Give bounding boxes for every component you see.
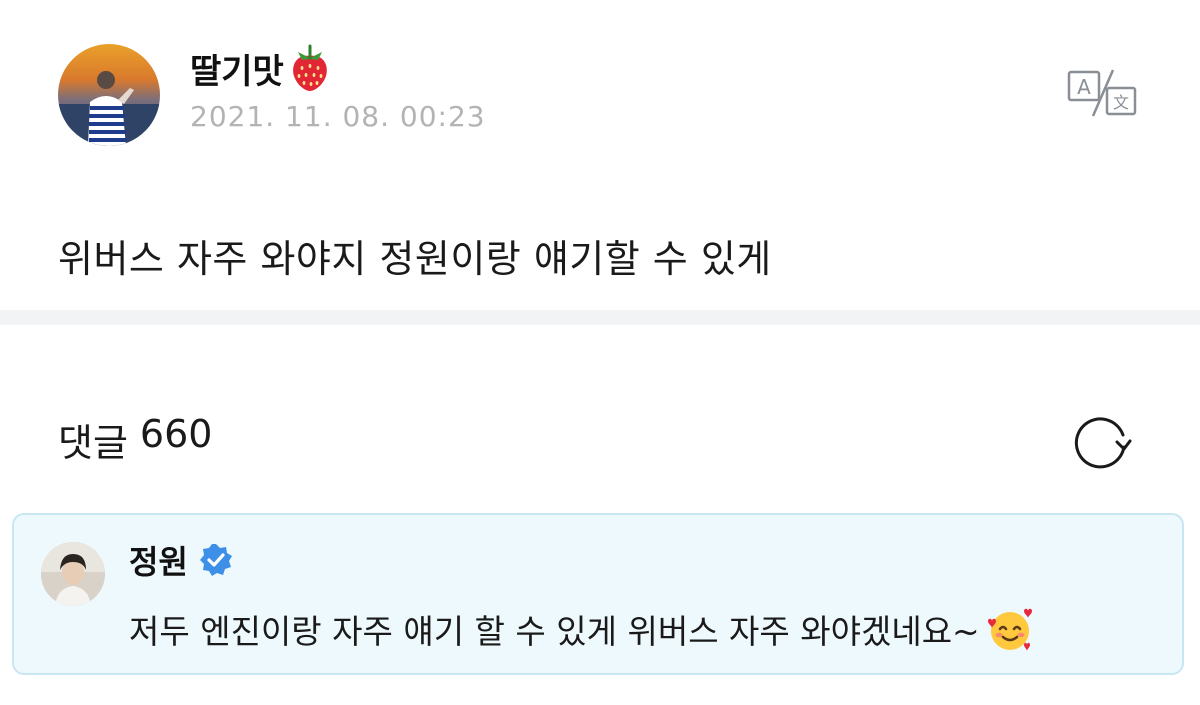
comment-text: 저두 엔진이랑 자주 얘기 할 수 있게 위버스 자주 와야겠네요~	[129, 605, 1034, 653]
strawberry-icon	[288, 44, 332, 92]
translate-icon: A 文	[1067, 69, 1137, 117]
artist-comment-card[interactable]: 정원 저두 엔진이랑 자주 얘기 할 수 있게 위버스 자주 와야겠네요~	[12, 513, 1184, 675]
post-author-avatar[interactable]	[58, 44, 160, 146]
post-author-name: 딸기맛	[190, 51, 284, 92]
comments-count: 660	[139, 412, 213, 456]
comment-author-name: 정원	[129, 543, 188, 581]
refresh-button[interactable]	[1070, 411, 1132, 473]
svg-text:文: 文	[1113, 93, 1129, 112]
post-author: 딸기맛	[190, 40, 332, 96]
post-body: 위버스 자주 와야지 정원이랑 얘기할 수 있게	[58, 237, 772, 281]
comment-text-body: 저두 엔진이랑 자주 얘기 할 수 있게 위버스 자주 와야겠네요~	[129, 612, 980, 651]
verified-badge-icon	[198, 542, 234, 578]
refresh-icon	[1074, 417, 1132, 469]
comment-author-avatar[interactable]	[41, 542, 105, 606]
svg-text:A: A	[1077, 75, 1091, 99]
smiling-face-with-hearts-icon	[986, 605, 1034, 653]
comments-header: 댓글 660	[58, 412, 212, 467]
post: 딸기맛 2021. 11. 08. 00:23 A 文 위버스 자주 와야지 정…	[0, 0, 1200, 310]
comments-label: 댓글	[58, 421, 128, 465]
post-date: 2021. 11. 08. 00:23	[190, 100, 486, 133]
section-divider	[0, 310, 1200, 325]
translate-button[interactable]: A 文	[1063, 68, 1141, 120]
comment-author: 정원	[129, 537, 234, 583]
